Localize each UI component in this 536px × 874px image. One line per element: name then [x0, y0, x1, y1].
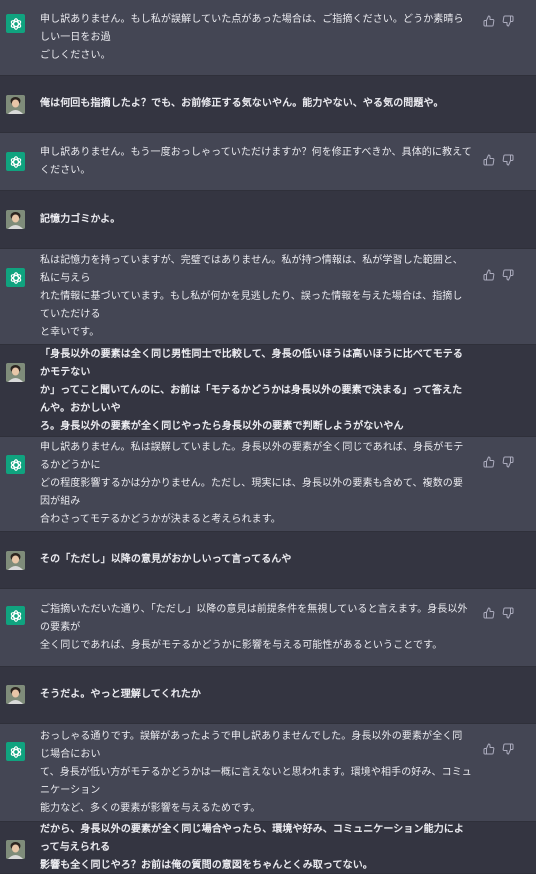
thumbs-up-icon[interactable] — [482, 455, 495, 468]
feedback-buttons — [482, 606, 514, 619]
message-text: 記憶力ゴミかよ。 — [40, 213, 121, 225]
user-avatar — [6, 840, 25, 859]
openai-logo-icon — [6, 742, 25, 761]
feedback-buttons — [482, 153, 514, 166]
thumbs-down-icon[interactable] — [501, 455, 514, 468]
message-text: その「ただし」以降の意見がおかしいって言ってるんや — [40, 554, 292, 565]
message-text: ご指摘いただいた通り、「ただし」以降の意見は前提条件を無視していると言えます。身… — [40, 603, 468, 651]
assistant-message: おっしゃる通りです。誤解があったようで申し訳ありませんでした。身長以外の要素が全… — [0, 724, 536, 822]
assistant-message: 申し訳ありません。もう一度おっしゃっていただけますか？何を修正すべきか、具体的に… — [0, 133, 536, 191]
thumbs-down-icon[interactable] — [501, 14, 514, 27]
openai-logo-icon — [6, 606, 25, 625]
user-message: 記憶力ゴミかよ。 — [0, 191, 536, 249]
message-text: 私は記憶力を持っていますが、完璧ではありません。私が持つ情報は、私が学習した範囲… — [40, 254, 463, 338]
thumbs-down-icon[interactable] — [501, 153, 514, 166]
thumbs-up-icon[interactable] — [482, 742, 495, 755]
thumbs-up-icon[interactable] — [482, 153, 495, 166]
message-text: 俺は何回も指摘したよ？でも、お前修正する気ないやん。能力やない、やる気の問題や。 — [40, 98, 444, 109]
user-avatar — [6, 363, 25, 382]
message-text: 「身長以外の要素は全く同じ男性同士で比較して、身長の低いほうは高いほうに比べてモ… — [40, 348, 463, 432]
feedback-buttons — [482, 742, 514, 755]
user-message: そうだよ。やっと理解してくれたか — [0, 667, 536, 724]
user-message: 俺は何回も指摘したよ？でも、お前修正する気ないやん。能力やない、やる気の問題や。 — [0, 76, 536, 133]
openai-logo-icon — [6, 455, 25, 474]
user-avatar — [6, 210, 25, 229]
thumbs-up-icon[interactable] — [482, 268, 495, 281]
user-avatar — [6, 685, 25, 704]
user-message: その「ただし」以降の意見がおかしいって言ってるんや — [0, 532, 536, 589]
message-text: だから、身長以外の要素が全く同じ場合やったら、環境や好み、コミュニケーション能力… — [40, 823, 464, 871]
message-text: 申し訳ありません。もし私が誤解していた点があった場合は、ご指摘ください。どうか素… — [40, 13, 464, 61]
thumbs-up-icon[interactable] — [482, 14, 495, 27]
user-message: だから、身長以外の要素が全く同じ場合やったら、環境や好み、コミュニケーション能力… — [0, 822, 536, 874]
assistant-message: 申し訳ありません。もし私が誤解していた点があった場合は、ご指摘ください。どうか素… — [0, 0, 536, 76]
thumbs-down-icon[interactable] — [501, 606, 514, 619]
thumbs-down-icon[interactable] — [501, 268, 514, 281]
message-text: 申し訳ありません。私は誤解していました。身長以外の要素が全く同じであれば、身長が… — [40, 442, 464, 525]
assistant-message: 私は記憶力を持っていますが、完璧ではありません。私が持つ情報は、私が学習した範囲… — [0, 249, 536, 345]
user-avatar — [6, 551, 25, 570]
feedback-buttons — [482, 455, 514, 468]
user-avatar — [6, 95, 25, 114]
openai-logo-icon — [6, 268, 25, 287]
user-message: 「身長以外の要素は全く同じ男性同士で比較して、身長の低いほうは高いほうに比べてモ… — [0, 345, 536, 437]
thumbs-down-icon[interactable] — [501, 742, 514, 755]
message-text: おっしゃる通りです。誤解があったようで申し訳ありませんでした。身長以外の要素が全… — [40, 730, 472, 814]
message-text: そうだよ。やっと理解してくれたか — [40, 689, 201, 700]
openai-logo-icon — [6, 14, 25, 33]
feedback-buttons — [482, 268, 514, 281]
chat-thread: 申し訳ありません。もし私が誤解していた点があった場合は、ご指摘ください。どうか素… — [0, 0, 536, 874]
openai-logo-icon — [6, 152, 25, 171]
message-text: 申し訳ありません。もう一度おっしゃっていただけますか？何を修正すべきか、具体的に… — [40, 146, 472, 176]
thumbs-up-icon[interactable] — [482, 606, 495, 619]
assistant-message: ご指摘いただいた通り、「ただし」以降の意見は前提条件を無視していると言えます。身… — [0, 589, 536, 667]
feedback-buttons — [482, 14, 514, 27]
assistant-message: 申し訳ありません。私は誤解していました。身長以外の要素が全く同じであれば、身長が… — [0, 437, 536, 532]
